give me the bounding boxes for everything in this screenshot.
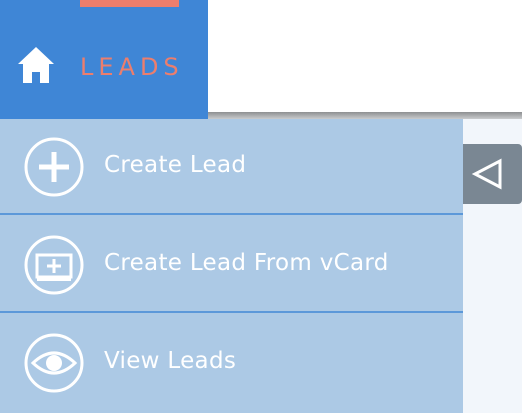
menu-item-create-lead-from-vcard[interactable]: Create Lead From vCard [0, 217, 463, 313]
home-icon [18, 47, 54, 83]
vcard-add-icon [24, 235, 84, 295]
menu-divider [0, 311, 463, 313]
menu-divider [0, 213, 463, 215]
header-shadow [208, 112, 522, 119]
eye-icon [24, 333, 84, 393]
menu-item-label: Create Lead From vCard [104, 250, 389, 276]
menu-item-create-lead[interactable]: Create Lead [0, 119, 463, 215]
collapse-menu-button[interactable] [463, 144, 522, 204]
menu-item-label: View Leads [104, 348, 237, 374]
nav-tab-leads[interactable]: LEADS [0, 0, 208, 119]
header-bar [208, 0, 522, 112]
menu-item-view-leads[interactable]: View Leads [0, 315, 463, 411]
menu-item-label: Create Lead [104, 152, 247, 178]
plus-circle-icon [24, 137, 84, 197]
leads-dropdown-menu: Create Lead Create Lead From vCard View … [0, 119, 463, 413]
nav-tab-label: LEADS [80, 53, 184, 81]
triangle-left-icon [471, 158, 502, 190]
active-tab-indicator [80, 0, 179, 7]
